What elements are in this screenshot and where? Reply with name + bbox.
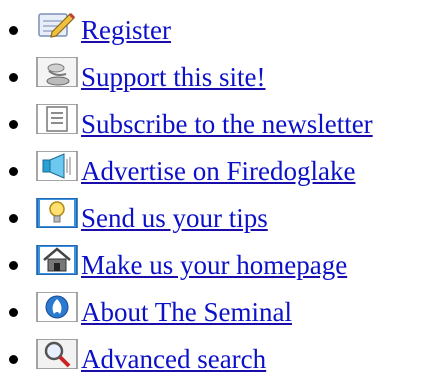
list-item: Send us your tips [0,190,373,237]
link-label: Make us your homepage [81,250,348,280]
link-label: Advertise on Firedoglake [81,156,356,186]
bullet [9,26,18,35]
list-item: Advertise on Firedoglake [0,143,373,190]
list-item: Make us your homepage [0,237,373,284]
link-label: Advanced search [81,344,267,374]
link-label: Send us your tips [81,203,268,233]
bullet [9,73,18,82]
newsletter-link[interactable]: Subscribe to the newsletter [36,104,373,139]
bullet [9,214,18,223]
link-label: About The Seminal [81,297,292,327]
list-item: Subscribe to the newsletter [0,96,373,143]
bullet [9,167,18,176]
advanced-search-link[interactable]: Advanced search [36,339,266,374]
document-icon [36,104,80,134]
coin-stack-icon [36,57,80,87]
list-item: Support this site! [0,49,373,96]
advertise-link[interactable]: Advertise on Firedoglake [36,151,355,186]
list-item: Advanced search [0,331,373,378]
megaphone-icon [36,151,80,181]
bullet [9,120,18,129]
list-item: Register [0,2,373,49]
support-link[interactable]: Support this site! [36,57,266,92]
link-label: Subscribe to the newsletter [81,109,373,139]
pencil-note-icon [36,10,80,40]
list-item: About The Seminal [0,284,373,331]
homepage-link[interactable]: Make us your homepage [36,245,347,280]
link-label: Register [81,15,171,45]
bullet [9,355,18,364]
home-icon [36,245,80,275]
register-link[interactable]: Register [36,10,171,45]
bullet [9,308,18,317]
magnifier-icon [36,339,80,369]
about-link[interactable]: About The Seminal [36,292,292,327]
bullet [9,261,18,270]
logo-badge-icon [36,292,80,322]
link-label: Support this site! [81,62,266,92]
lightbulb-icon [36,198,80,228]
sidebar-links-list: Register Support this site! Subscribe to… [0,2,373,378]
send-tips-link[interactable]: Send us your tips [36,198,268,233]
